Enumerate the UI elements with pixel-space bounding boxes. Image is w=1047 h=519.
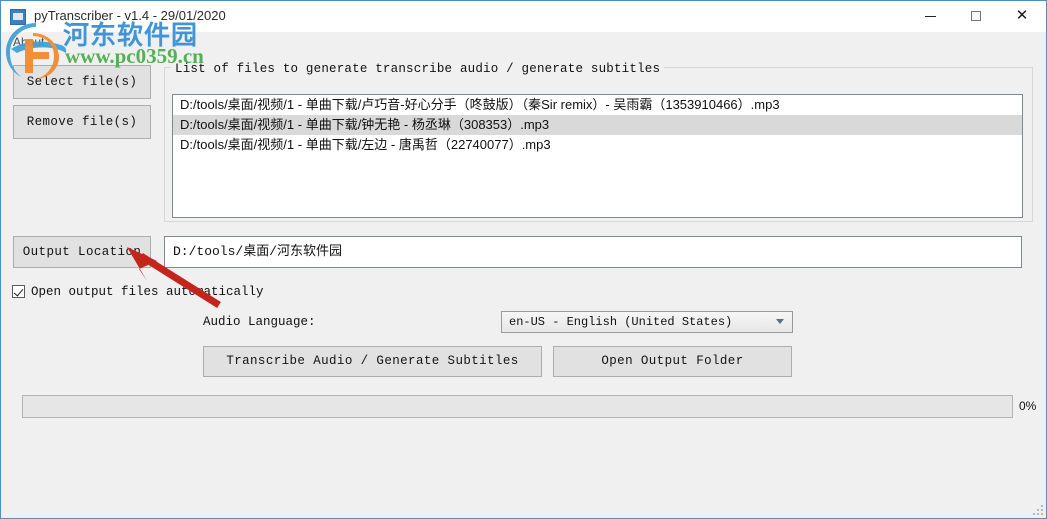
close-icon: ✕ <box>1015 7 1029 24</box>
transcribe-audio-button[interactable]: Transcribe Audio / Generate Subtitles <box>203 346 542 377</box>
resize-grip[interactable] <box>1031 503 1043 515</box>
maximize-icon <box>971 11 981 22</box>
progress-bar <box>22 395 1013 418</box>
close-button[interactable]: ✕ <box>999 1 1045 31</box>
file-list[interactable]: D:/tools/桌面/视频/1 - 单曲下载/卢巧音-好心分手（咚鼓版）（秦S… <box>172 94 1023 218</box>
window-title: pyTranscriber - v1.4 - 29/01/2020 <box>34 8 226 23</box>
remove-files-button[interactable]: Remove file(s) <box>13 105 151 139</box>
menu-bar: About <box>1 32 1046 53</box>
audio-language-dropdown[interactable]: en-US - English (United States) <box>501 311 793 333</box>
title-bar: pyTranscriber - v1.4 - 29/01/2020 ✕ <box>1 1 1046 32</box>
audio-language-selected-value: en-US - English (United States) <box>509 315 733 329</box>
open-output-folder-button[interactable]: Open Output Folder <box>553 346 792 377</box>
output-location-button[interactable]: Output Location <box>13 236 151 268</box>
audio-language-label: Audio Language: <box>203 315 316 329</box>
output-path-input[interactable]: D:/tools/桌面/河东软件园 <box>164 236 1022 268</box>
checkbox-checked-icon[interactable] <box>12 285 25 298</box>
menu-item-about[interactable]: About <box>13 35 44 49</box>
open-output-automatically-checkbox[interactable]: Open output files automatically <box>12 283 264 300</box>
app-icon <box>10 9 26 25</box>
select-files-button[interactable]: Select file(s) <box>13 65 151 99</box>
list-item[interactable]: D:/tools/桌面/视频/1 - 单曲下载/钟无艳 - 杨丞琳（308353… <box>173 115 1022 135</box>
list-item[interactable]: D:/tools/桌面/视频/1 - 单曲下载/卢巧音-好心分手（咚鼓版）（秦S… <box>173 95 1022 115</box>
chevron-down-icon <box>776 319 784 324</box>
minimize-button[interactable] <box>907 1 953 31</box>
minimize-icon <box>924 15 936 17</box>
open-output-automatically-label: Open output files automatically <box>31 284 264 299</box>
files-group-title: List of files to generate transcribe aud… <box>171 62 665 76</box>
app-window: pyTranscriber - v1.4 - 29/01/2020 ✕ Abou… <box>0 0 1047 519</box>
list-item[interactable]: D:/tools/桌面/视频/1 - 单曲下载/左边 - 唐禹哲（2274007… <box>173 135 1022 155</box>
progress-percent-label: 0% <box>1019 399 1037 413</box>
maximize-button[interactable] <box>953 1 999 31</box>
